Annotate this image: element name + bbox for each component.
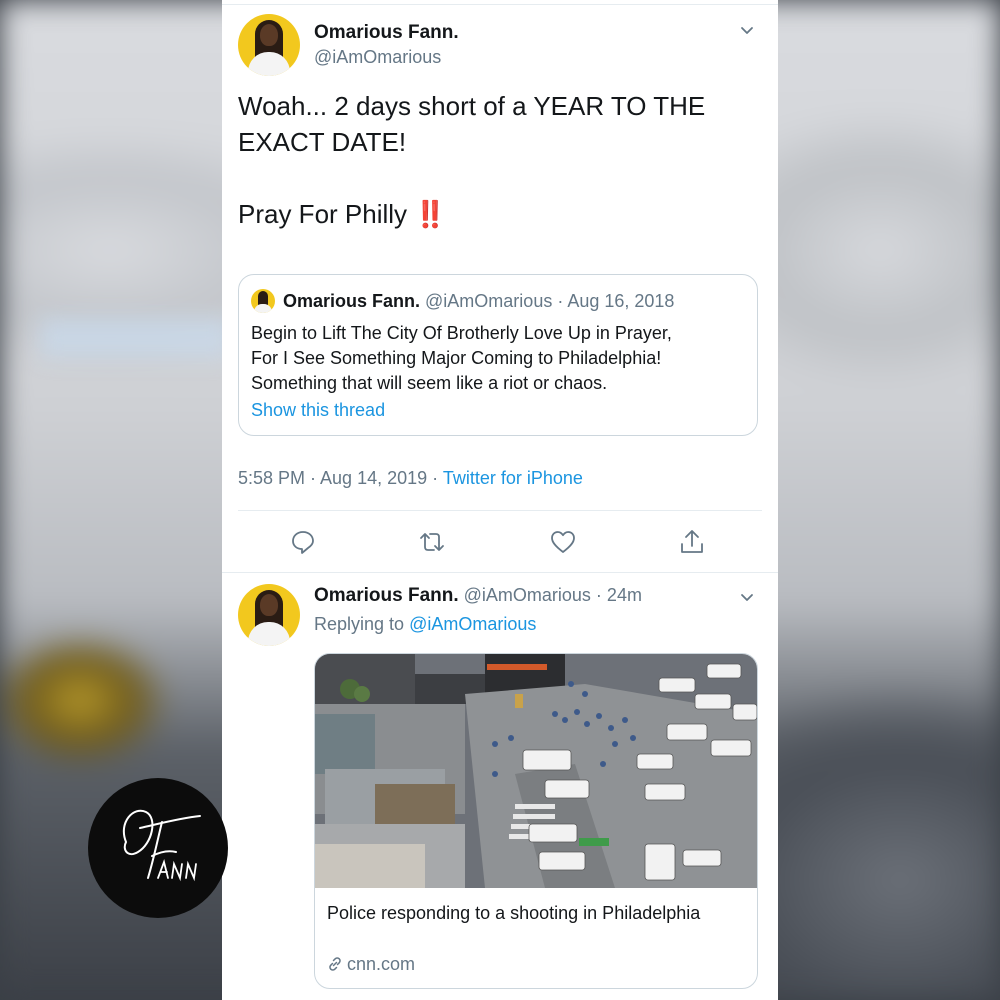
link-card-domain-text: cnn.com xyxy=(347,954,416,974)
link-icon xyxy=(329,957,341,971)
quoted-body-line: Begin to Lift The City Of Brotherly Love… xyxy=(251,323,672,343)
news-photo xyxy=(315,654,757,888)
tweet-text-line1: Woah... 2 days short of a YEAR TO THE EX… xyxy=(238,91,706,157)
quoted-tweet-body: Begin to Lift The City Of Brotherly Love… xyxy=(251,321,751,396)
author-handle[interactable]: @iAmOmarious xyxy=(314,47,441,68)
divider xyxy=(238,510,762,511)
tweet-text-line2: Pray For Philly xyxy=(238,199,408,229)
quoted-tweet-meta: @iAmOmarious · Aug 16, 2018 xyxy=(420,291,675,311)
divider xyxy=(222,572,778,573)
quoted-tweet-header: Omarious Fann. @iAmOmarious · Aug 16, 20… xyxy=(283,291,674,312)
quoted-tweet[interactable]: Omarious Fann. @iAmOmarious · Aug 16, 20… xyxy=(238,274,758,436)
reply-icon[interactable] xyxy=(289,528,317,556)
reply-author-avatar[interactable] xyxy=(238,584,300,646)
reply-author-name[interactable]: Omarious Fann. xyxy=(314,585,459,606)
blurred-background-band xyxy=(40,318,230,358)
quoted-author-name: Omarious Fann. xyxy=(283,291,421,311)
reply-meta: @iAmOmarious · 24m xyxy=(458,585,642,605)
share-icon[interactable] xyxy=(678,528,706,556)
link-preview-card[interactable]: Police responding to a shooting in Phila… xyxy=(314,653,758,989)
tweet-text: Woah... 2 days short of a YEAR TO THE EX… xyxy=(238,88,758,232)
author-name[interactable]: Omarious Fann. xyxy=(314,22,459,44)
quoted-body-line: For I See Something Major Coming to Phil… xyxy=(251,348,662,368)
author-avatar[interactable] xyxy=(238,14,300,76)
link-card-title: Police responding to a shooting in Phila… xyxy=(327,903,701,923)
top-divider xyxy=(222,4,778,5)
signature-logo xyxy=(88,778,228,918)
reply-header: Omarious Fann. @iAmOmarious · 24m xyxy=(314,585,642,607)
tweet-card: Omarious Fann. @iAmOmarious Woah... 2 da… xyxy=(222,0,778,1000)
quoted-body-line: Something that will seem like a riot or … xyxy=(251,373,608,393)
quoted-author-avatar xyxy=(251,289,275,313)
retweet-icon[interactable] xyxy=(418,528,446,556)
show-thread-link[interactable]: Show this thread xyxy=(251,400,385,421)
chevron-down-icon[interactable] xyxy=(740,24,754,38)
heart-icon[interactable] xyxy=(549,528,577,556)
replying-to: Replying to @iAmOmarious xyxy=(314,614,536,635)
chevron-down-icon[interactable] xyxy=(740,591,754,605)
replying-prefix: Replying to xyxy=(314,614,410,634)
timestamp-text: 5:58 PM · Aug 14, 2019 · xyxy=(238,468,443,488)
source-link[interactable]: Twitter for iPhone xyxy=(443,468,583,488)
double-exclamation-emoji: ‼️ xyxy=(414,199,446,229)
tweet-timestamp: 5:58 PM · Aug 14, 2019 · Twitter for iPh… xyxy=(238,468,583,489)
replying-handle-link[interactable]: @iAmOmarious xyxy=(409,614,536,634)
link-card-domain: cnn.com xyxy=(327,954,415,975)
